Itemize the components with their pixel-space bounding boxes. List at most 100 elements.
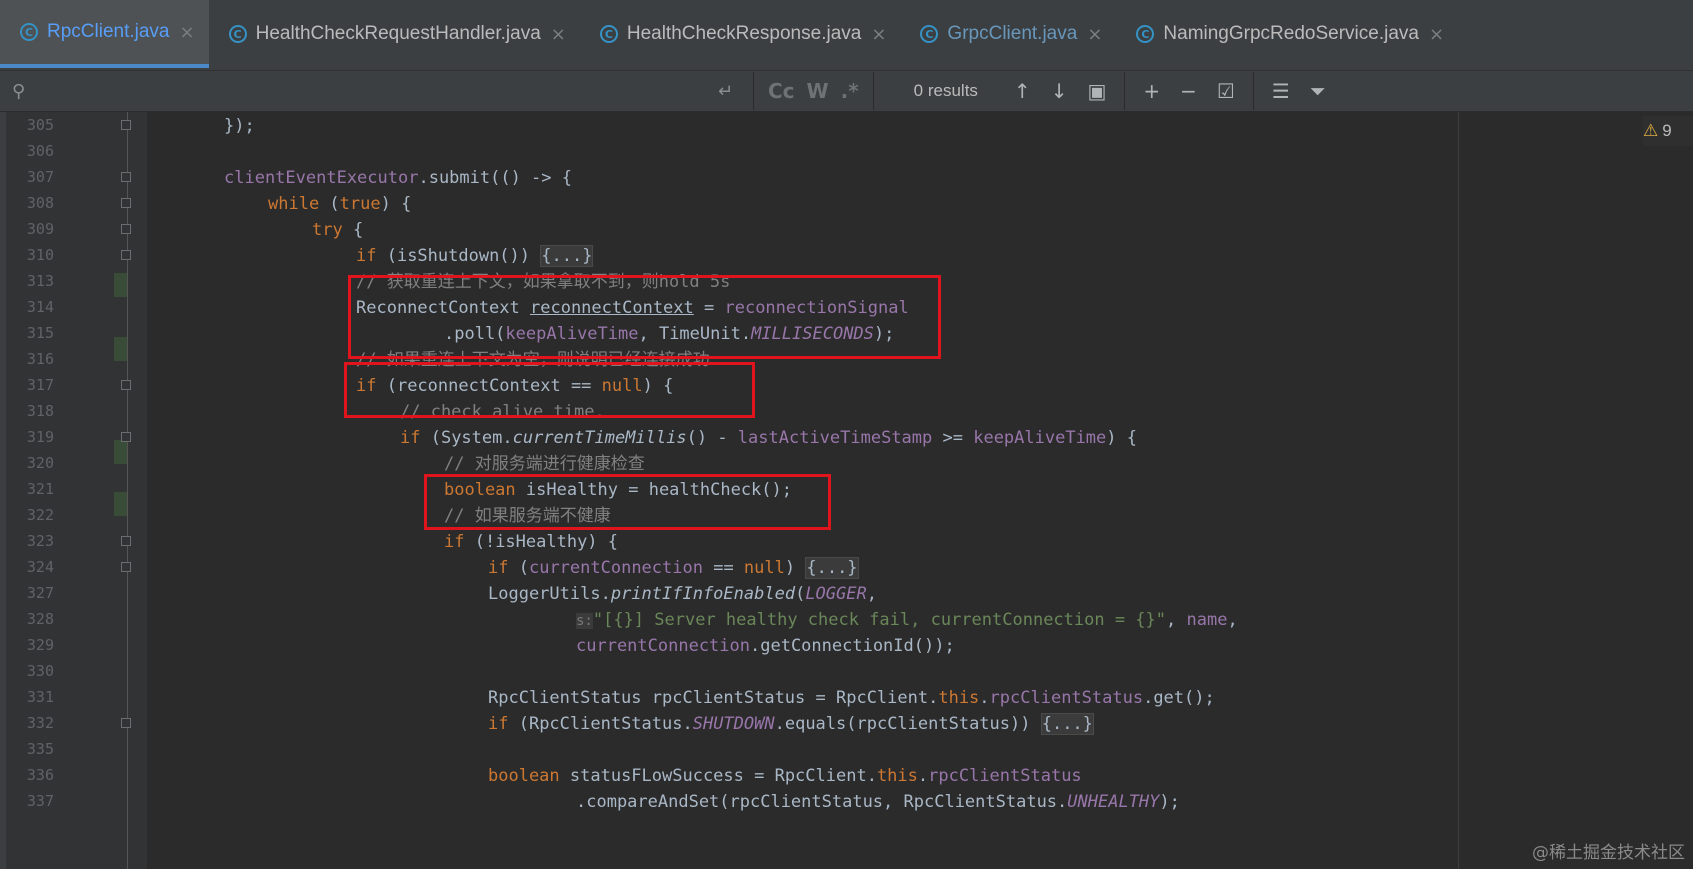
tab-healthcheckrequesthandler[interactable]: C HealthCheckRequestHandler.java × — [209, 0, 580, 68]
line-number[interactable]: 330 — [0, 662, 54, 680]
tab-label: GrpcClient.java — [947, 23, 1078, 44]
tab-label: NamingGrpcRedoService.java — [1163, 23, 1419, 44]
tab-naminggrpcredoservice[interactable]: C NamingGrpcRedoService.java × — [1116, 0, 1458, 68]
close-icon[interactable]: × — [1087, 24, 1102, 45]
line-number[interactable]: 313 — [0, 272, 54, 290]
tab-label: HealthCheckResponse.java — [626, 23, 862, 44]
parameter-hint: s: — [576, 613, 593, 629]
code-line: while (true) { — [268, 194, 412, 214]
divider — [872, 72, 874, 110]
new-line-icon[interactable]: ↵ — [718, 81, 733, 102]
line-number[interactable]: 307 — [0, 168, 54, 186]
line-number[interactable]: 314 — [0, 298, 54, 316]
line-number[interactable]: 315 — [0, 324, 54, 342]
java-class-icon: C — [920, 25, 939, 43]
editor-gutter: 305 306 307 308 309 310 313 314 315 316 317 318 319 3… — [0, 112, 147, 869]
code-line: LoggerUtils.printIfInfoEnabled(LOGGER, — [488, 584, 877, 604]
regex-button[interactable]: .* — [841, 79, 859, 103]
vcs-change-marker[interactable] — [114, 492, 127, 516]
line-number[interactable]: 319 — [0, 428, 54, 446]
close-icon[interactable]: × — [551, 24, 566, 45]
annotation-box — [344, 362, 755, 418]
folded-code-block[interactable]: {...} — [540, 245, 594, 267]
whole-words-button[interactable]: W — [807, 79, 829, 103]
code-line: RpcClientStatus rpcClientStatus = RpcCli… — [488, 688, 1215, 708]
java-class-icon: C — [1136, 25, 1155, 43]
fold-marker-icon[interactable] — [121, 536, 131, 546]
line-number[interactable]: 309 — [0, 220, 54, 238]
close-icon[interactable]: × — [180, 22, 195, 43]
fold-marker-icon[interactable] — [121, 120, 131, 130]
tab-rpcclient[interactable]: C RpcClient.java × — [0, 0, 209, 68]
line-number[interactable]: 318 — [0, 402, 54, 420]
line-number[interactable]: 329 — [0, 636, 54, 654]
folded-code-block[interactable]: {...} — [1040, 713, 1094, 735]
annotation-box — [424, 474, 831, 530]
line-number[interactable]: 310 — [0, 246, 54, 264]
annotation-box — [348, 275, 941, 359]
code-line: .compareAndSet(rpcClientStatus, RpcClien… — [576, 792, 1180, 812]
search-icon[interactable]: ⚲ — [12, 81, 25, 102]
java-class-icon: C — [20, 23, 38, 41]
line-number[interactable]: 335 — [0, 740, 54, 758]
fold-marker-icon[interactable] — [121, 224, 131, 234]
java-class-icon: C — [228, 25, 247, 43]
line-number[interactable]: 337 — [0, 792, 54, 810]
close-icon[interactable]: × — [871, 24, 886, 45]
fold-marker-icon[interactable] — [121, 172, 131, 182]
warning-icon: ⚠ — [1643, 121, 1659, 141]
tab-label: RpcClient.java — [47, 21, 170, 42]
add-occurrence-icon[interactable]: + — [1143, 79, 1160, 103]
line-number[interactable]: 316 — [0, 350, 54, 368]
line-number[interactable]: 320 — [0, 454, 54, 472]
code-line: clientEventExecutor.submit(() -> { — [224, 168, 572, 188]
code-line: s:"[{}] Server healthy check fail, curre… — [576, 610, 1238, 630]
code-line: if (isShutdown()) {...} — [356, 245, 594, 267]
match-case-button[interactable]: Cc — [768, 79, 795, 103]
line-number[interactable]: 324 — [0, 558, 54, 576]
tab-label: HealthCheckRequestHandler.java — [255, 23, 541, 44]
expand-fold-icon[interactable] — [121, 562, 131, 572]
fold-marker-icon[interactable] — [121, 432, 131, 442]
line-number[interactable]: 332 — [0, 714, 54, 732]
vcs-change-marker[interactable] — [114, 273, 127, 297]
line-number[interactable]: 327 — [0, 584, 54, 602]
select-all-occurrences-icon[interactable]: ☑ — [1217, 79, 1235, 103]
search-results-count: 0 results — [913, 81, 978, 100]
tab-grpcclient[interactable]: C GrpcClient.java × — [900, 0, 1116, 68]
line-number[interactable]: 308 — [0, 194, 54, 212]
expand-fold-icon[interactable] — [121, 718, 131, 728]
fold-marker-icon[interactable] — [121, 380, 131, 390]
vcs-change-marker[interactable] — [114, 440, 127, 464]
fold-marker-icon[interactable] — [121, 198, 131, 208]
expand-fold-icon[interactable] — [121, 250, 131, 260]
folded-code-block[interactable]: {...} — [805, 557, 859, 579]
line-number[interactable]: 306 — [0, 142, 54, 160]
vcs-change-marker[interactable] — [114, 337, 127, 361]
line-number[interactable]: 321 — [0, 480, 54, 498]
divider — [1124, 72, 1126, 110]
close-icon[interactable]: × — [1429, 24, 1444, 45]
line-number[interactable]: 317 — [0, 376, 54, 394]
line-number[interactable]: 323 — [0, 532, 54, 550]
filter-icon[interactable]: ⏷ — [1310, 79, 1326, 103]
previous-occurrence-icon[interactable]: ↑ — [1014, 79, 1031, 103]
next-occurrence-icon[interactable]: ↓ — [1051, 79, 1068, 103]
divider — [1252, 72, 1254, 110]
line-number[interactable]: 322 — [0, 506, 54, 524]
search-input[interactable] — [31, 81, 676, 101]
line-number[interactable]: 331 — [0, 688, 54, 706]
right-margin-guide — [1458, 112, 1459, 869]
code-line: if (!isHealthy) { — [444, 532, 619, 552]
code-line: try { — [312, 220, 364, 240]
filter-lines-icon[interactable]: ☰ — [1272, 79, 1290, 103]
tab-healthcheckresponse[interactable]: C HealthCheckResponse.java × — [580, 0, 901, 68]
remove-occurrence-icon[interactable]: − — [1180, 79, 1197, 103]
line-number[interactable]: 328 — [0, 610, 54, 628]
line-number[interactable]: 336 — [0, 766, 54, 784]
inspection-widget[interactable]: ⚠ 9 — [1643, 116, 1693, 146]
line-number[interactable]: 305 — [0, 116, 54, 134]
code-line: currentConnection.getConnectionId()); — [576, 636, 955, 656]
search-field: ⚲ ↵ — [0, 71, 745, 111]
open-in-window-icon[interactable]: ▣ — [1087, 79, 1106, 103]
